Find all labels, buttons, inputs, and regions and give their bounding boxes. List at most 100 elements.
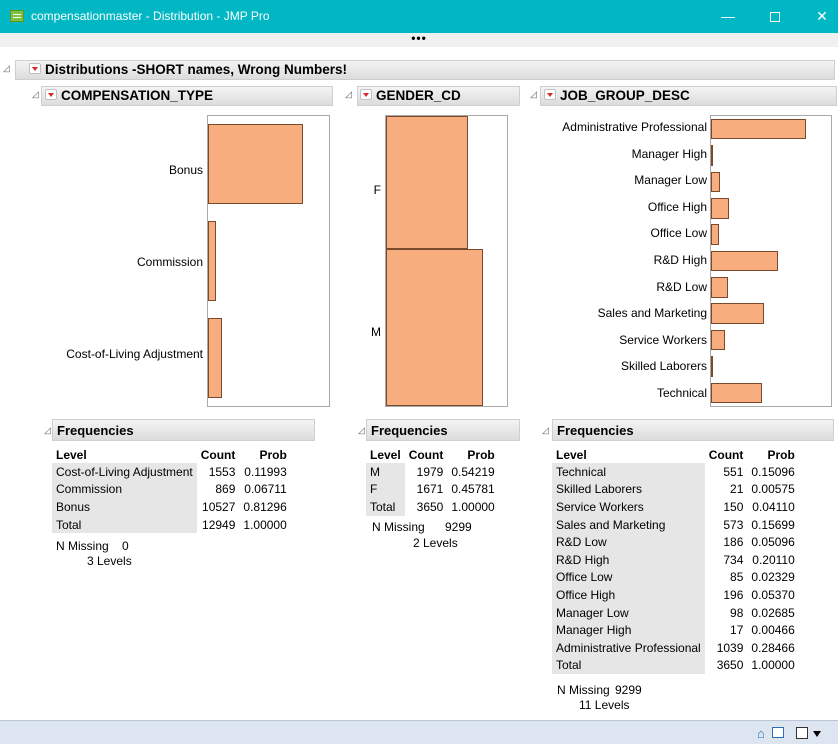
table-row: Service Workers 150 0.04110 [552,498,799,516]
level-cell: Total [52,515,197,534]
table-icon[interactable] [772,727,784,738]
n-missing-label: N Missing [372,520,425,534]
count-cell: 98 [730,605,744,620]
red-triangle-menu-icon[interactable] [544,89,556,100]
prob-cell: 0.20110 [752,552,795,567]
level-cell: F [366,480,405,499]
level-cell: R&D Low [552,533,705,551]
red-triangle-menu-icon[interactable] [29,63,41,74]
table-row: Technical 551 0.15096 [552,463,799,481]
collapse-triangle-icon[interactable]: ◿ [3,63,10,74]
minimize-button[interactable]: — [705,0,751,33]
collapse-triangle-icon[interactable]: ◿ [44,425,51,436]
maximize-button[interactable] [752,0,798,33]
collapse-triangle-icon[interactable]: ◿ [542,425,549,436]
level-cell: Administrative Professional [552,638,705,657]
count-cell: 3650 [416,499,444,514]
dropdown-arrow-icon[interactable] [813,731,821,737]
bar-mark [711,197,729,219]
table-row: Office High 196 0.05370 [552,586,799,604]
table-row: Skilled Laborers 21 0.00575 [552,480,799,499]
collapse-triangle-icon[interactable]: ◿ [530,89,537,100]
prob-cell: 1.00000 [451,499,495,514]
prob-cell: 1.00000 [243,517,287,532]
bar-label: Administrative Professional [562,120,707,135]
report-title: Distributions -SHORT names, Wrong Number… [45,62,348,77]
bar-label: R&D High [653,253,707,267]
level-cell: Manager High [552,621,705,639]
bar-mark [711,356,713,377]
bar-label: Sales and Marketing [597,306,707,321]
n-missing-value: 0 [122,539,129,553]
collapse-triangle-icon[interactable]: ◿ [345,89,352,100]
n-missing-label: N Missing [56,539,109,553]
column-header: Prob [259,447,287,462]
red-triangle-menu-icon[interactable] [45,89,57,100]
count-cell: 10527 [202,499,236,514]
title-bar: compensationmaster - Distribution - JMP … [0,0,838,33]
count-cell: 150 [723,499,744,514]
toolbar-toggle[interactable]: ••• [0,32,838,47]
bar-mark [711,171,720,193]
bar-label: Service Workers [619,332,707,347]
status-bar: ⌂ [0,720,838,744]
prob-cell: 0.02685 [751,605,795,620]
level-cell: Sales and Marketing [552,515,705,534]
red-triangle-menu-icon[interactable] [360,89,372,100]
close-button[interactable]: ✕ [799,0,838,33]
bar-mark [711,224,719,245]
levels-count: 2 Levels [413,536,458,550]
gender-cd-bar-chart [385,115,508,407]
count-cell: 1979 [416,464,444,479]
count-cell: 734 [723,552,744,567]
job-group-desc-bar-chart [710,115,832,407]
level-cell: Technical [552,463,705,481]
bar-label: Commission [136,255,203,269]
column-header: Level [370,447,401,462]
bar-label: R&D Low [656,279,707,294]
collapse-triangle-icon[interactable]: ◿ [32,89,39,100]
prob-cell: 0.06711 [244,482,287,497]
bar-mark [711,250,779,272]
column-header: Level [556,447,587,462]
table-row: Manager High 17 0.00466 [552,621,799,639]
prob-cell: 0.04110 [752,499,795,514]
compensation-type-bar-chart [207,115,330,407]
table-row: Total 12949 1.00000 [52,515,291,534]
level-cell: Skilled Laborers [552,480,705,499]
table-row: M 1979 0.54219 [366,463,499,481]
home-icon[interactable]: ⌂ [757,726,765,741]
frequencies-table: Level Count Prob Technical 551 0.15096 Skil… [552,446,799,675]
table-row: Administrative Professional 1039 0.28466 [552,638,799,657]
level-cell: Commission [52,480,197,499]
levels-count: 3 Levels [87,554,132,568]
table-row: Cost-of-Living Adjustment 1553 0.11993 [52,463,291,481]
bar-label: Bonus [168,163,203,177]
count-cell: 551 [723,464,744,479]
collapse-triangle-icon[interactable]: ◿ [358,425,365,436]
count-cell: 12949 [202,517,236,532]
frequencies-header: Frequencies [52,419,315,441]
bar-label: Office High [647,199,707,214]
bar-label: Manager High [631,146,707,161]
bar-label: Skilled Laborers [620,359,707,374]
count-cell: 1553 [208,464,236,479]
prob-cell: 0.15699 [751,517,795,532]
prob-cell: 0.15096 [751,464,795,479]
count-cell: 869 [215,482,236,497]
prob-cell: 0.28466 [751,640,795,655]
bar-mark [711,118,807,140]
table-row: Office Low 85 0.02329 [552,568,799,587]
count-cell: 21 [730,482,744,497]
level-cell: Cost-of-Living Adjustment [52,463,197,481]
prob-cell: 0.00466 [751,623,795,638]
frequencies-header: Frequencies [366,419,520,441]
table-row: R&D High 734 0.20110 [552,550,799,569]
bar-mark [711,329,725,351]
bar-mark [208,220,216,302]
window-layout-icon[interactable] [796,727,808,739]
panel-title: JOB_GROUP_DESC [560,88,690,103]
jmp-app-icon [10,10,24,22]
prob-cell: 0.81296 [243,499,287,514]
count-cell: 573 [723,517,744,532]
